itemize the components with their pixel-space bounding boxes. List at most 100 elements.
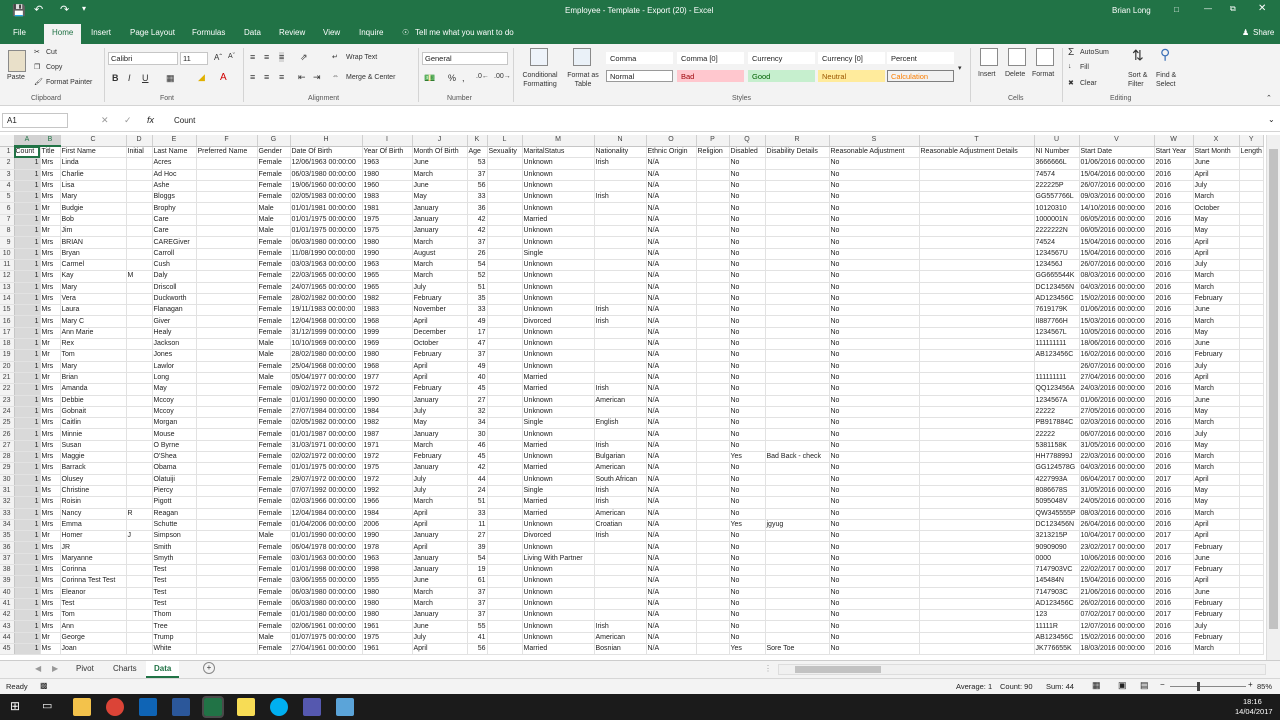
cell[interactable]: 1 — [14, 202, 41, 215]
cell[interactable] — [919, 315, 1035, 328]
cell[interactable]: 35 — [467, 293, 488, 306]
cell[interactable] — [919, 338, 1035, 351]
cell[interactable]: Female — [257, 417, 291, 430]
vertical-scroll-thumb[interactable] — [1269, 149, 1278, 629]
share-button[interactable]: Share — [1253, 28, 1274, 37]
maximize-icon[interactable]: ⧉ — [1230, 4, 1236, 14]
cell[interactable]: No — [729, 236, 766, 249]
cell[interactable] — [696, 462, 730, 475]
cell[interactable]: 111111111 — [1034, 372, 1080, 385]
cell[interactable]: Mrs — [40, 587, 61, 599]
cell[interactable]: Male — [257, 202, 291, 215]
row-header[interactable]: 11 — [0, 259, 15, 272]
cell[interactable]: No — [729, 474, 766, 486]
cell[interactable]: January — [412, 214, 468, 227]
cell[interactable] — [196, 304, 258, 317]
cell[interactable]: GG557766L — [1034, 191, 1080, 204]
cell[interactable]: Unknown — [522, 587, 595, 599]
column-header-s[interactable]: S — [829, 135, 920, 147]
cell[interactable] — [487, 191, 523, 204]
cell[interactable]: June — [412, 157, 468, 170]
cell[interactable]: Mrs — [40, 236, 61, 249]
cell[interactable]: 1966 — [362, 496, 413, 509]
cell[interactable]: 33 — [467, 304, 488, 317]
cell[interactable]: 1 — [14, 270, 41, 283]
cell[interactable] — [196, 406, 258, 419]
cell[interactable]: N/A — [646, 259, 697, 272]
cell[interactable] — [594, 236, 647, 249]
cell[interactable]: Male — [257, 530, 291, 543]
format-painter-button[interactable]: Format Painter — [46, 79, 92, 86]
cell[interactable]: January — [412, 609, 468, 622]
cell[interactable]: AD123456C — [1034, 598, 1080, 611]
cell[interactable] — [1239, 451, 1264, 464]
column-header-o[interactable]: O — [646, 135, 697, 147]
cell[interactable] — [1239, 564, 1264, 577]
cell[interactable]: Ms — [40, 485, 61, 498]
cell[interactable]: N/A — [646, 519, 697, 532]
cell[interactable] — [696, 157, 730, 170]
cell[interactable] — [1239, 304, 1264, 317]
cell[interactable]: Female — [257, 451, 291, 464]
row-header[interactable]: 36 — [0, 541, 15, 554]
column-header-i[interactable]: I — [362, 135, 413, 147]
cell[interactable]: South African — [594, 474, 647, 486]
cell[interactable] — [919, 474, 1035, 486]
cell[interactable]: Age — [467, 146, 488, 159]
cell[interactable] — [696, 496, 730, 509]
cell[interactable] — [594, 609, 647, 622]
cell[interactable] — [487, 270, 523, 283]
cell[interactable]: No — [729, 361, 766, 373]
cell[interactable]: 1 — [14, 474, 41, 486]
cell[interactable]: Mccoy — [152, 395, 197, 407]
cell[interactable] — [765, 214, 830, 227]
cell[interactable]: Olatuiji — [152, 474, 197, 486]
cell[interactable]: II887766H — [1034, 315, 1080, 328]
cell[interactable]: Thom — [152, 609, 197, 622]
cell[interactable]: Barrack — [60, 462, 127, 475]
tab-page-layout[interactable]: Page Layout — [130, 28, 175, 37]
cell[interactable]: Sexuality — [487, 146, 523, 159]
cell[interactable] — [765, 575, 830, 588]
cell[interactable]: Mrs — [40, 395, 61, 407]
cell[interactable]: 1977 — [362, 372, 413, 385]
cell[interactable]: Christine — [60, 485, 127, 498]
cell[interactable]: Lawlor — [152, 361, 197, 373]
cell[interactable]: 19/11/1983 00:00:00 — [290, 304, 363, 317]
align-left-icon[interactable]: ≡ — [250, 72, 255, 82]
cell[interactable]: Giver — [152, 315, 197, 328]
cell[interactable]: 2016 — [1154, 282, 1194, 294]
cell[interactable] — [1239, 259, 1264, 272]
cell[interactable]: 1 — [14, 485, 41, 498]
cell[interactable]: Mccoy — [152, 406, 197, 419]
cell[interactable]: Unknown — [522, 474, 595, 486]
cell[interactable]: 1965 — [362, 282, 413, 294]
increase-decimal-icon[interactable]: .0← — [476, 73, 489, 80]
cell[interactable]: May — [1193, 406, 1240, 419]
cell[interactable]: June — [1193, 157, 1240, 170]
cell[interactable]: 2016 — [1154, 587, 1194, 599]
cell[interactable] — [1239, 575, 1264, 588]
cell[interactable]: Reasonable Adjustment Details — [919, 146, 1035, 159]
clock-date[interactable]: 14/04/2017 — [1235, 707, 1273, 716]
cell[interactable]: Mrs — [40, 451, 61, 464]
cell[interactable]: April — [412, 519, 468, 532]
cell[interactable] — [1239, 180, 1264, 193]
cell[interactable]: Nancy — [60, 508, 127, 520]
cell[interactable]: 01/01/1987 00:00:00 — [290, 428, 363, 441]
cell[interactable]: N/A — [646, 180, 697, 193]
row-header[interactable]: 10 — [0, 248, 15, 260]
cell[interactable]: Unknown — [522, 451, 595, 464]
cell[interactable]: 7147903VC — [1034, 564, 1080, 577]
cell[interactable]: 2016 — [1154, 259, 1194, 272]
cell[interactable]: No — [829, 327, 920, 340]
cell[interactable] — [594, 541, 647, 554]
cell[interactable]: 1 — [14, 428, 41, 441]
cell[interactable] — [594, 225, 647, 238]
row-header[interactable]: 37 — [0, 553, 15, 565]
cell[interactable] — [765, 315, 830, 328]
cell[interactable]: 1234567L — [1034, 327, 1080, 340]
cell[interactable]: Religion — [696, 146, 730, 159]
cell[interactable]: 22/03/2016 00:00:00 — [1079, 451, 1155, 464]
cell[interactable]: 1963 — [362, 553, 413, 565]
